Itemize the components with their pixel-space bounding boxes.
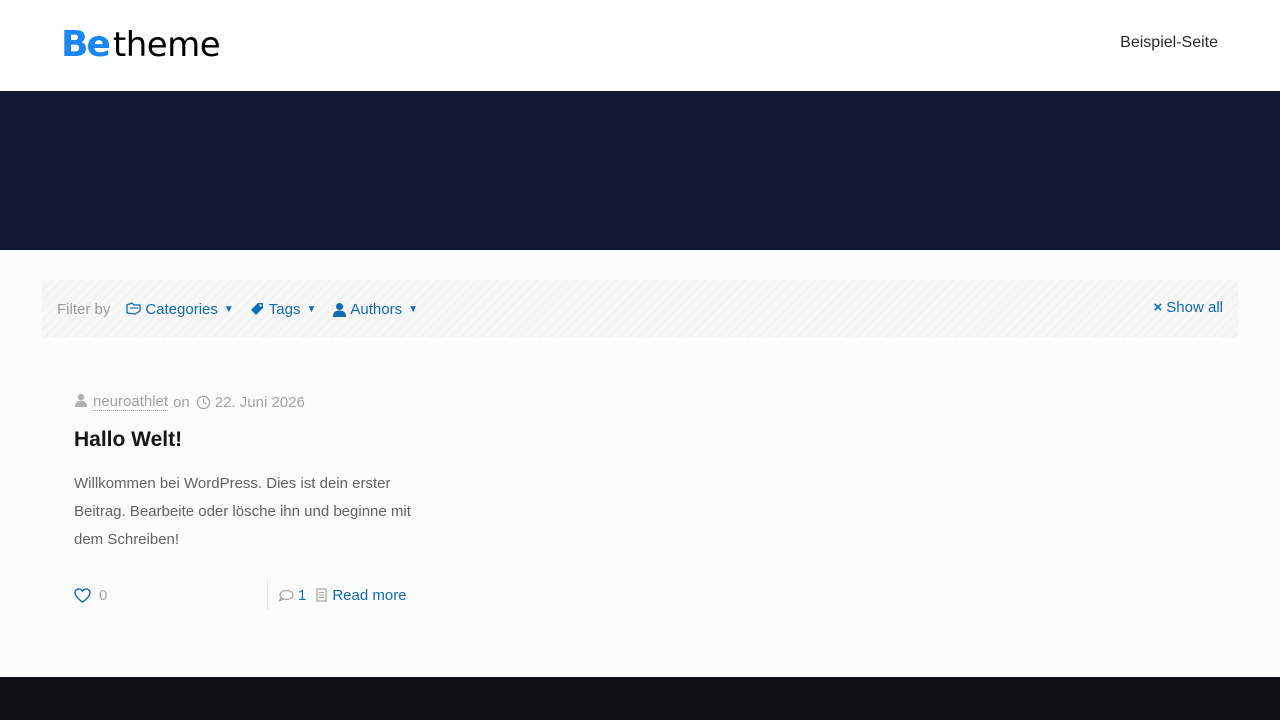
document-icon (316, 588, 327, 602)
post-footer: 0 1 Read more (74, 580, 424, 610)
tag-icon (250, 302, 266, 316)
filter-authors-label: Authors (350, 300, 403, 318)
folder-icon (126, 302, 142, 316)
close-icon: × (1153, 299, 1163, 316)
post-card: neuroathlet on 22. Juni 2026 Hallo Welt!… (74, 392, 424, 610)
like-button[interactable]: 0 (74, 587, 267, 604)
filter-authors[interactable]: Authors ▼ (332, 301, 418, 318)
read-more-link[interactable]: Read more (316, 586, 407, 604)
logo-be: Be (61, 24, 111, 65)
user-icon (332, 302, 347, 317)
footer-divider (267, 580, 268, 610)
post-meta: neuroathlet on 22. Juni 2026 (74, 392, 424, 412)
like-count: 0 (99, 586, 108, 604)
site-header: Be theme Beispiel-Seite (0, 0, 1280, 91)
post-title[interactable]: Hallo Welt! (74, 428, 182, 452)
post-excerpt: Willkommen bei WordPress. Dies ist dein … (74, 475, 411, 548)
post-date: 22. Juni 2026 (214, 393, 305, 411)
filter-tags-label: Tags (268, 300, 301, 318)
filter-categories-label: Categories (145, 300, 218, 318)
comment-icon (278, 589, 294, 602)
logo-theme: theme (112, 25, 221, 65)
read-more-label: Read more (332, 586, 407, 604)
chevron-down-icon: ▼ (223, 303, 234, 315)
chevron-down-icon: ▼ (306, 303, 317, 315)
post-author-link[interactable]: neuroathlet (93, 393, 169, 411)
filter-bar: Filter by Categories ▼ Tags ▼ Authors ▼ … (42, 280, 1238, 338)
comment-count: 1 (298, 586, 307, 604)
post-meta-on: on (173, 393, 190, 411)
show-all-label: Show all (1166, 299, 1223, 316)
nav-item-beispiel-seite[interactable]: Beispiel-Seite (1120, 34, 1218, 52)
show-all-button[interactable]: × Show all (1154, 299, 1223, 316)
user-icon (74, 393, 88, 411)
heart-icon (74, 587, 91, 603)
clock-icon (196, 395, 211, 410)
site-logo[interactable]: Be theme (61, 24, 221, 65)
hero-banner (0, 91, 1280, 250)
site-footer (0, 677, 1280, 720)
filter-label: Filter by (57, 300, 111, 318)
filter-categories[interactable]: Categories ▼ (126, 300, 234, 318)
filter-tags[interactable]: Tags ▼ (250, 300, 317, 318)
chevron-down-icon: ▼ (408, 303, 418, 315)
comments-link[interactable]: 1 (278, 587, 306, 604)
